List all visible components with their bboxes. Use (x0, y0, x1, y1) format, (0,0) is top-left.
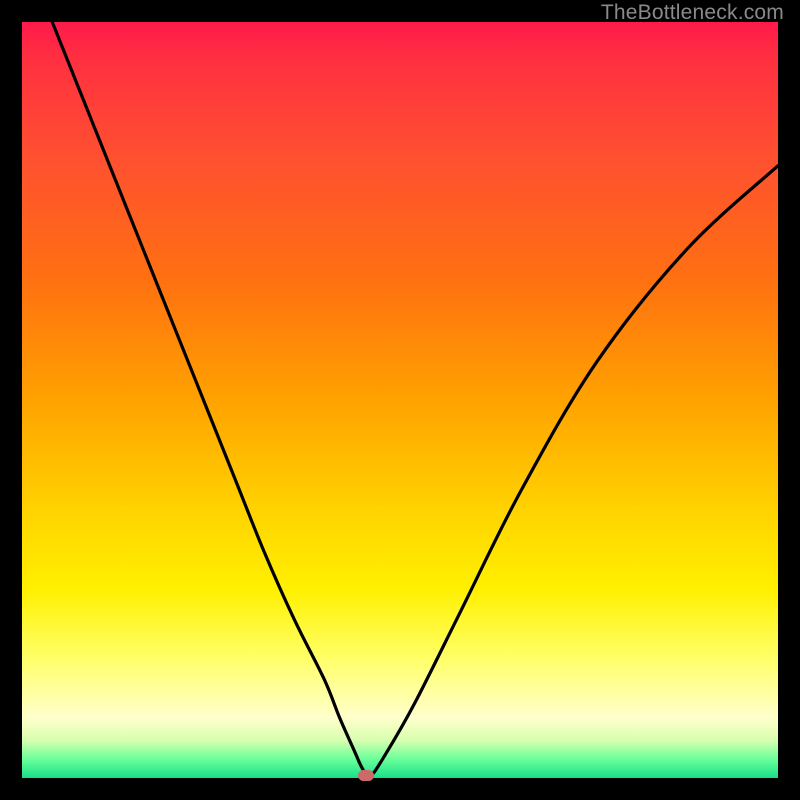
optimum-marker (358, 770, 375, 781)
watermark-text: TheBottleneck.com (601, 1, 784, 25)
plot-area (22, 22, 778, 778)
chart-frame: TheBottleneck.com (0, 0, 800, 800)
bottleneck-curve (22, 22, 778, 778)
